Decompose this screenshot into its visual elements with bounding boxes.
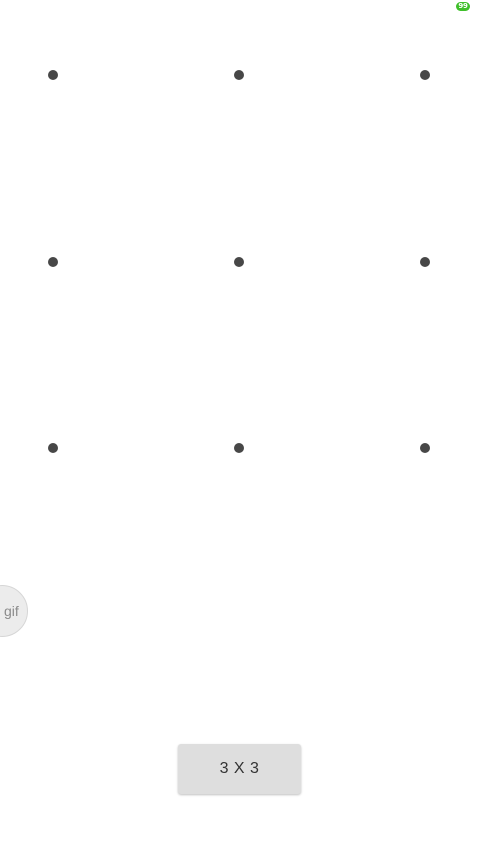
pattern-dot-9[interactable] <box>420 443 430 453</box>
pattern-dot-5[interactable] <box>234 257 244 267</box>
pattern-dot-8[interactable] <box>234 443 244 453</box>
pattern-dot-1[interactable] <box>48 70 58 80</box>
pattern-dot-3[interactable] <box>420 70 430 80</box>
pattern-dot-2[interactable] <box>234 70 244 80</box>
pattern-dot-4[interactable] <box>48 257 58 267</box>
pattern-dot-6[interactable] <box>420 257 430 267</box>
pattern-dot-7[interactable] <box>48 443 58 453</box>
pattern-grid[interactable] <box>0 0 480 843</box>
grid-size-button[interactable]: 3 X 3 <box>178 744 301 794</box>
gif-label: gif <box>4 603 19 619</box>
